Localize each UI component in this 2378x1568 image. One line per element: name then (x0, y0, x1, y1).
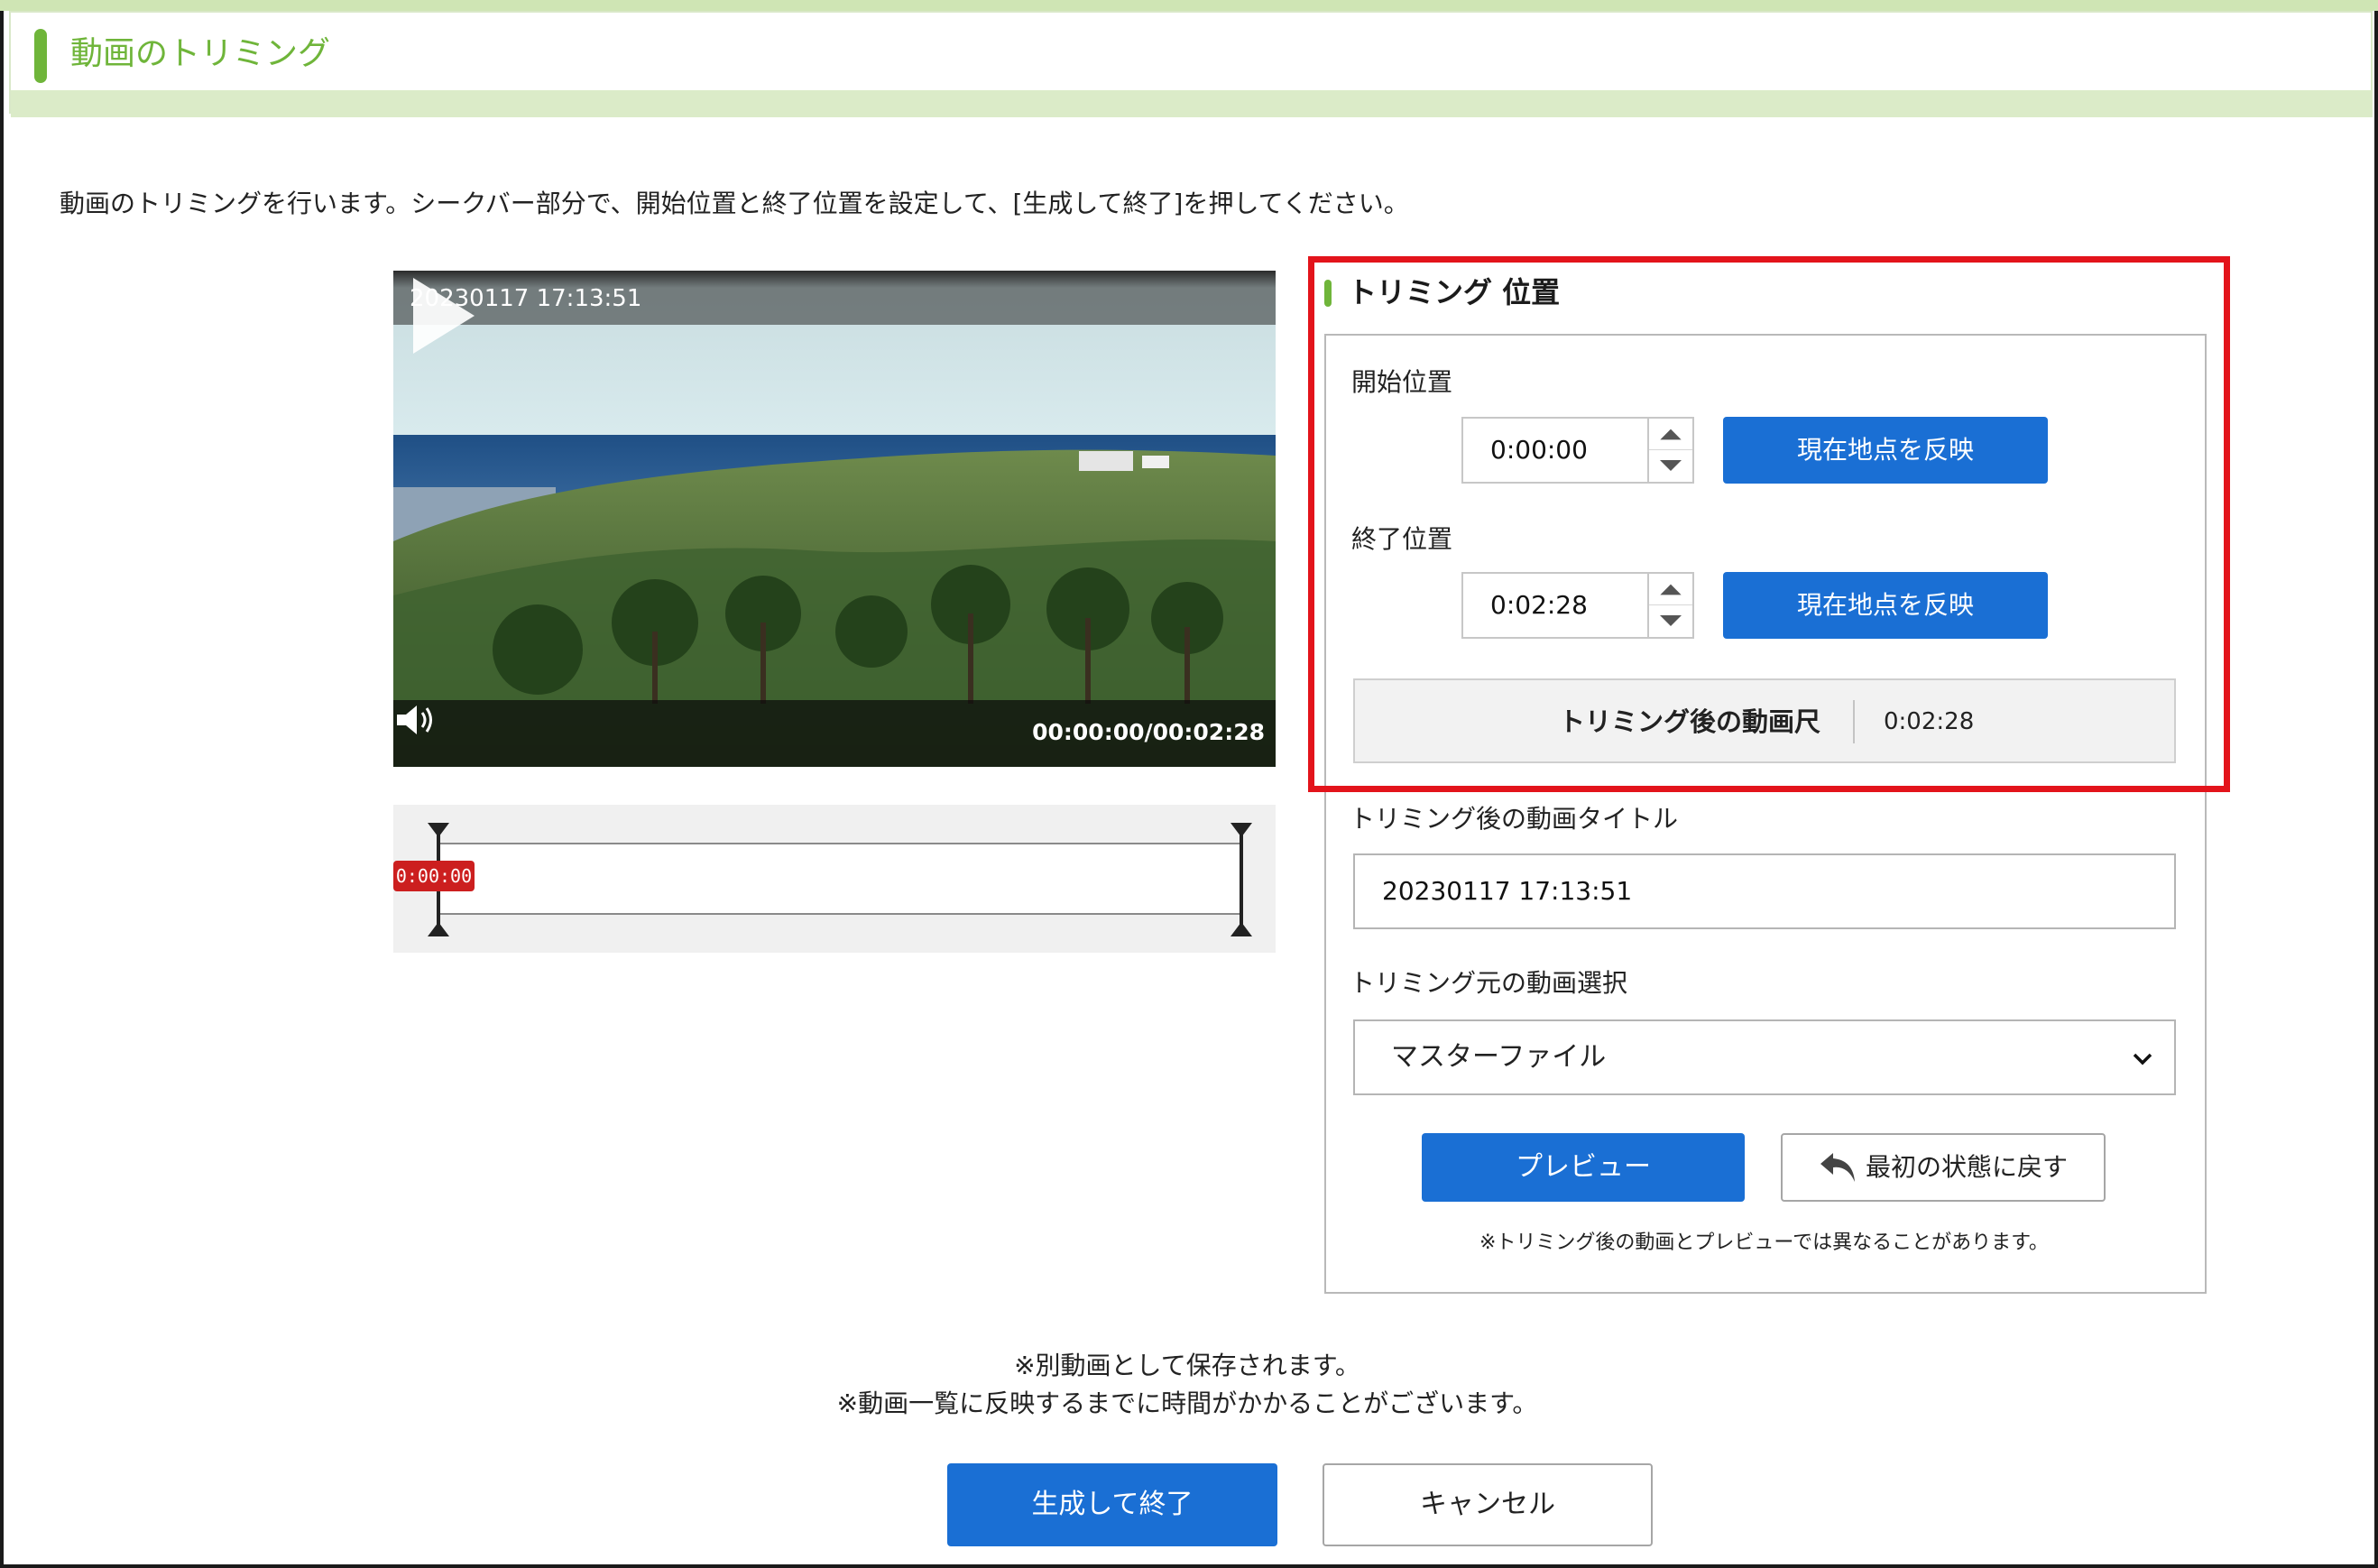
trimmed-duration-label: トリミング後の動画尺 (1559, 706, 1821, 737)
save-as-new-note: ※別動画として保存されます。 (1014, 1351, 1360, 1380)
video-time-display: 00:00:00/00:02:28 (1032, 719, 1265, 745)
chevron-down-icon[interactable] (1649, 605, 1692, 637)
preview-difference-note: ※トリミング後の動画とプレビューでは異なることがあります。 (1479, 1231, 2049, 1254)
start-time-arrows (1647, 419, 1692, 482)
header-accent-bar (34, 29, 47, 83)
intro-text: 動画のトリミングを行います。シークバー部分で、開始位置と終了位置を設定して、[生… (60, 189, 1409, 218)
end-position-label: 終了位置 (1351, 524, 1453, 554)
page-title: 動画のトリミング (70, 35, 331, 72)
chevron-up-icon[interactable] (1649, 574, 1692, 605)
video-controls-bar: 00:00:00/00:02:28 (393, 700, 1276, 767)
source-select-label: トリミング元の動画選択 (1350, 968, 1628, 998)
volume-icon[interactable] (393, 700, 438, 740)
end-time-stepper[interactable]: 0:02:28 (1461, 572, 1694, 639)
play-icon[interactable] (393, 271, 484, 361)
start-time-stepper[interactable]: 0:00:00 (1461, 417, 1694, 484)
source-select-value[interactable]: マスターファイル (1391, 1021, 1606, 1093)
end-handle[interactable] (1228, 823, 1255, 936)
end-time-value[interactable]: 0:02:28 (1490, 574, 1588, 637)
end-time-arrows (1647, 574, 1692, 637)
title-field-label: トリミング後の動画タイトル (1350, 804, 1679, 834)
source-video-select[interactable]: マスターファイル (1353, 1019, 2176, 1095)
trimmed-duration-value: 0:02:28 (1884, 708, 1975, 735)
reflect-delay-note: ※動画一覧に反映するまでに時間がかかることがございます。 (836, 1388, 1538, 1418)
video-frame-image (393, 271, 1276, 767)
undo-icon (1820, 1153, 1855, 1182)
title-input[interactable]: 20230117 17:13:51 (1353, 853, 2176, 929)
header-strip (11, 90, 2373, 117)
end-reflect-current-button[interactable]: 現在地点を反映 (1723, 572, 2048, 639)
reset-button[interactable]: 最初の状態に戻す (1781, 1133, 2106, 1202)
seek-track[interactable] (438, 843, 1241, 915)
preview-button[interactable]: プレビュー (1422, 1133, 1745, 1202)
trim-position-heading: トリミング 位置 (1348, 275, 1561, 309)
section-accent-bar (1324, 280, 1332, 307)
title-input-value[interactable]: 20230117 17:13:51 (1382, 855, 1632, 927)
seek-time-badge: 0:00:00 (393, 861, 475, 891)
start-time-value[interactable]: 0:00:00 (1490, 419, 1588, 482)
start-reflect-current-button[interactable]: 現在地点を反映 (1723, 417, 2048, 484)
duration-divider (1853, 700, 1855, 743)
chevron-down-icon[interactable] (2129, 1045, 2156, 1072)
start-position-label: 開始位置 (1351, 367, 1453, 397)
top-accent-line (0, 0, 2378, 11)
generate-and-finish-button[interactable]: 生成して終了 (947, 1463, 1277, 1546)
chevron-up-icon[interactable] (1649, 419, 1692, 450)
trim-seekbar[interactable]: 0:00:00 (393, 805, 1276, 953)
cancel-button[interactable]: キャンセル (1323, 1463, 1653, 1546)
reset-button-label: 最初の状態に戻す (1866, 1152, 2069, 1182)
trimmed-duration-box: トリミング後の動画尺 0:02:28 (1353, 678, 2176, 763)
video-player[interactable]: 20230117 17:13:51 00:00:00/00:02:28 (393, 271, 1276, 767)
chevron-down-icon[interactable] (1649, 450, 1692, 482)
